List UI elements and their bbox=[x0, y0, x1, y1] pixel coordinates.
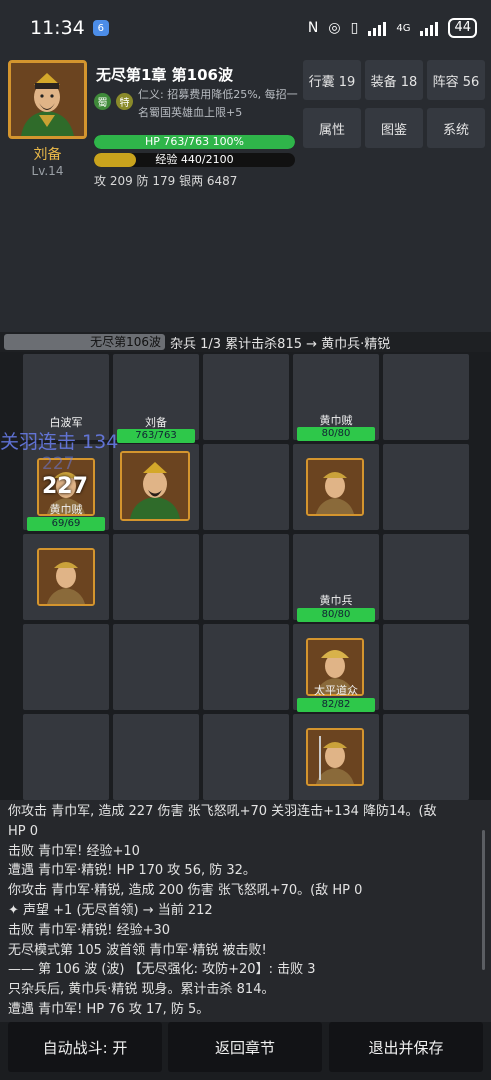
hero-unit-portrait[interactable] bbox=[120, 451, 190, 521]
signal-icon bbox=[368, 20, 387, 36]
log-line: 遭遇 青巾军·精锐! HP 170 攻 56, 防 32。 bbox=[8, 863, 256, 879]
board-cell[interactable] bbox=[113, 624, 199, 710]
combo-float-text: 关羽连击 134 bbox=[0, 431, 119, 453]
board-cell[interactable] bbox=[383, 714, 469, 800]
nfc-icon: N bbox=[307, 20, 319, 36]
board-cell[interactable] bbox=[203, 714, 289, 800]
unit-hp-bar: 80/80 bbox=[297, 608, 375, 622]
hero-skill-text: 仁义: 招募费用降低25%, 每招一名蜀国英雄血上限+5 bbox=[138, 88, 298, 119]
status-icons: N ◎ ▯ 4G 44 bbox=[308, 18, 477, 38]
network-type-label: 4G bbox=[396, 22, 411, 34]
wave-progress-pill: 无尽第106波 bbox=[4, 334, 165, 350]
unit-label: 黄巾兵 bbox=[319, 594, 353, 607]
board-cell[interactable] bbox=[23, 624, 109, 710]
codex-button[interactable]: 图鉴 bbox=[365, 108, 423, 148]
log-line: ✦ 声望 +1 (无尽首领) → 当前 212 bbox=[8, 902, 213, 918]
equip-button[interactable]: 装备 18 bbox=[365, 60, 423, 100]
log-line: HP 0 bbox=[8, 823, 39, 839]
hp-bar: HP 763/763 100% bbox=[94, 135, 295, 149]
log-line: —— 第 106 波 (波) 【无尽强化: 攻防+20】: 击败 3 bbox=[8, 962, 316, 978]
system-button[interactable]: 系统 bbox=[427, 108, 485, 148]
battle-log[interactable]: 你攻击 青巾军, 造成 227 伤害 张飞怒吼+70 关羽连击+134 降防14… bbox=[0, 800, 491, 1022]
hero-stats: 攻 209 防 179 银两 6487 bbox=[94, 174, 238, 188]
hero-name: 刘备 bbox=[33, 147, 62, 163]
hero-header: 刘备 Lv.14 无尽第1章 第106波 蜀 特 仁义: 招募费用降低25%, … bbox=[0, 56, 491, 332]
board-cell[interactable] bbox=[113, 534, 199, 620]
unit-hp-bar: 763/763 bbox=[117, 429, 195, 443]
lineup-button[interactable]: 阵容 56 bbox=[427, 60, 485, 100]
exp-bar: 经验 440/2100 bbox=[94, 153, 295, 167]
unit-hp-bar: 69/69 bbox=[27, 517, 105, 531]
attributes-button[interactable]: 属性 bbox=[303, 108, 361, 148]
unit-label: 太平道众 bbox=[314, 684, 358, 697]
board-cell[interactable] bbox=[203, 444, 289, 530]
alarm-icon: ◎ bbox=[328, 20, 341, 36]
log-line: 击败 青巾军·精锐! 经验+30 bbox=[8, 922, 171, 938]
log-line: 无尽模式第 105 波首领 青巾军·精锐 被击败! bbox=[8, 942, 267, 958]
special-tag: 特 bbox=[116, 93, 133, 110]
log-line: 遭遇 青巾军! HP 76 攻 17, 防 5。 bbox=[8, 1001, 210, 1017]
status-bar: 11:34 6 N ◎ ▯ 4G 44 bbox=[0, 0, 491, 56]
board-cell[interactable] bbox=[383, 444, 469, 530]
bag-button[interactable]: 行囊 19 bbox=[303, 60, 361, 100]
board-cell[interactable] bbox=[383, 534, 469, 620]
damage-number: 227 bbox=[42, 474, 88, 499]
log-lines: 你攻击 青巾军, 造成 227 伤害 张飞怒吼+70 关羽连击+134 降防14… bbox=[8, 802, 483, 1020]
board-cell[interactable] bbox=[383, 354, 469, 440]
app-notification-icon: 6 bbox=[92, 20, 109, 36]
faction-tag: 蜀 bbox=[94, 93, 111, 110]
unit-hp-bar: 80/80 bbox=[297, 427, 375, 441]
battle-status-bar: 无尽第106波 杂兵 1/3 累计击杀815 → 黄巾兵·精锐 bbox=[0, 332, 491, 352]
log-scrollbar[interactable] bbox=[482, 830, 485, 970]
back-chapter-button[interactable]: 返回章节 bbox=[168, 1022, 322, 1072]
exp-text: 经验 440/2100 bbox=[155, 153, 234, 166]
enemy-unit-portrait[interactable] bbox=[37, 548, 95, 606]
battery-icon: 44 bbox=[448, 18, 477, 38]
wave-info: 杂兵 1/3 累计击杀815 → 黄巾兵·精锐 bbox=[170, 337, 391, 352]
log-line: 你攻击 青巾军·精锐, 造成 200 伤害 张飞怒吼+70。(敌 HP 0 bbox=[8, 883, 363, 899]
board-cell[interactable] bbox=[23, 714, 109, 800]
exit-save-button[interactable]: 退出并保存 bbox=[329, 1022, 483, 1072]
enemy-unit-portrait[interactable] bbox=[306, 728, 364, 786]
log-line: 只杂兵后, 黄巾兵·精锐 现身。累计击杀 814。 bbox=[8, 982, 275, 998]
vibrate-icon: ▯ bbox=[350, 20, 359, 36]
board-cell[interactable] bbox=[113, 714, 199, 800]
unit-label: 黄巾贼 bbox=[319, 414, 353, 427]
log-line: 击败 青巾军! 经验+10 bbox=[8, 843, 140, 859]
stage-title: 无尽第1章 第106波 bbox=[96, 66, 233, 84]
hero-portrait[interactable] bbox=[8, 60, 87, 139]
unit-label: 黄巾贼 bbox=[49, 503, 83, 516]
battle-board: 白波军 227 黄巾贼 69/69 刘备 763/763 黄巾贼 80/80 黄… bbox=[0, 352, 491, 800]
board-cell[interactable] bbox=[203, 354, 289, 440]
hero-level: Lv.14 bbox=[31, 164, 64, 178]
board-cell[interactable] bbox=[383, 624, 469, 710]
enemy-unit-portrait[interactable] bbox=[306, 458, 364, 516]
status-time: 11:34 bbox=[30, 17, 85, 39]
bottom-bar: 自动战斗: 开 返回章节 退出并保存 bbox=[0, 1022, 491, 1080]
hero-portrait-art bbox=[11, 63, 84, 136]
board-cell[interactable] bbox=[203, 534, 289, 620]
board-cell[interactable] bbox=[203, 624, 289, 710]
unit-hp-bar: 82/82 bbox=[297, 698, 375, 712]
faint-damage-text: 227 bbox=[42, 454, 75, 474]
signal-icon-2 bbox=[420, 20, 439, 36]
hp-text: HP 763/763 100% bbox=[144, 135, 245, 148]
unit-label: 刘备 bbox=[145, 416, 167, 429]
log-line: 你攻击 青巾军, 造成 227 伤害 张飞怒吼+70 关羽连击+134 降防14… bbox=[8, 804, 437, 819]
auto-battle-button[interactable]: 自动战斗: 开 bbox=[8, 1022, 162, 1072]
